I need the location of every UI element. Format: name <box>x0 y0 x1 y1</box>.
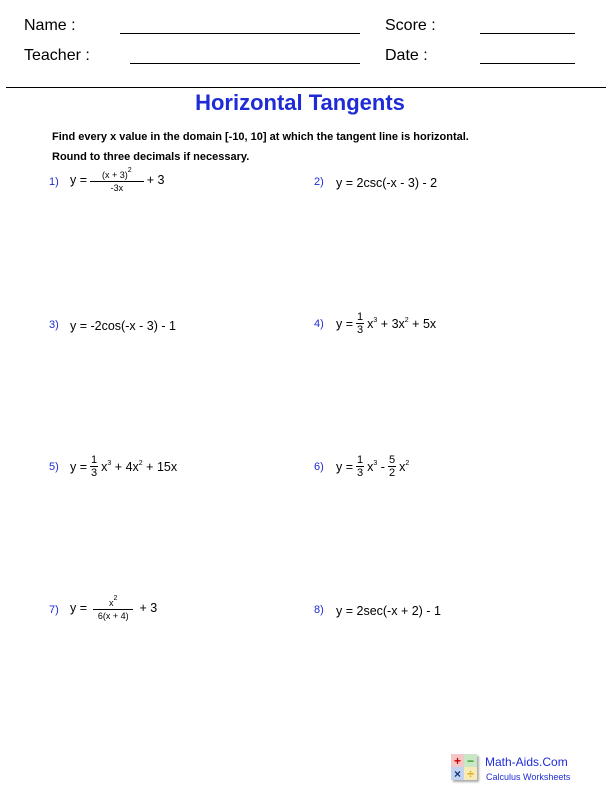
header-divider <box>6 87 606 88</box>
denominator: 2 <box>388 467 396 479</box>
problem-1-expression: y = (x + 3)2 -3x + 3 <box>70 167 164 193</box>
denominator: 3 <box>357 324 364 336</box>
teacher-field[interactable] <box>130 63 360 64</box>
brand-subtitle: Calculus Worksheets <box>486 772 571 782</box>
tail: + 3 <box>139 601 158 615</box>
exponent: 2 <box>405 459 410 467</box>
numerator: 1 <box>90 454 99 467</box>
math-aids-logo-icon: + − × ÷ <box>451 754 477 780</box>
numerator: 1 <box>356 311 365 324</box>
numerator: (x + 3) <box>102 170 128 180</box>
problem-2-expression: y = 2csc(-x - 3) - 2 <box>336 176 438 190</box>
name-field[interactable] <box>120 33 360 34</box>
denominator: 3 <box>357 467 364 479</box>
term: + 5x <box>412 316 437 331</box>
name-label: Name : <box>24 17 76 34</box>
problem-number: 3) <box>49 319 59 331</box>
term: + 3x <box>380 316 405 331</box>
instruction-line-2: Round to three decimals if necessary. <box>52 151 250 163</box>
problem-number: 4) <box>314 318 324 330</box>
lhs: y = <box>70 459 88 474</box>
tail: + 3 <box>146 173 165 187</box>
exponent: 2 <box>138 459 143 467</box>
denominator: 3 <box>91 467 98 479</box>
fraction: 13 <box>90 454 99 479</box>
brand-name: Math-Aids.Com <box>485 755 568 769</box>
problem-7-expression: y = x2 6(x + 4) + 3 <box>70 595 157 621</box>
term: + 15x <box>146 459 178 474</box>
date-label: Date : <box>385 47 428 64</box>
denominator: 6(x + 4) <box>97 611 129 621</box>
lhs: y = <box>336 316 354 331</box>
lhs: y = <box>70 601 88 615</box>
divide-icon: ÷ <box>464 767 477 780</box>
operator: - <box>380 459 385 474</box>
problem-4-expression: y = 13 x3 + 3x2 + 5x <box>336 311 436 336</box>
term: + 4x <box>114 459 139 474</box>
plus-icon: + <box>451 754 464 767</box>
problem-8-expression: y = 2sec(-x + 2) - 1 <box>336 604 441 618</box>
fraction: 13 <box>356 454 365 479</box>
exponent: 2 <box>127 167 132 174</box>
instruction-line-1: Find every x value in the domain [-10, 1… <box>52 131 469 143</box>
fraction: 52 <box>387 454 397 479</box>
problem-number: 2) <box>314 176 324 188</box>
numerator: 1 <box>356 454 365 467</box>
exponent: 3 <box>373 459 378 467</box>
problem-6-expression: y = 13 x3 - 52 x2 <box>336 454 409 479</box>
minus-icon: − <box>464 754 477 767</box>
exponent: 2 <box>113 595 118 602</box>
fraction: 13 <box>356 311 365 336</box>
problem-number: 5) <box>49 461 59 473</box>
exponent: 3 <box>107 459 112 467</box>
problem-number: 7) <box>49 604 59 616</box>
multiply-icon: × <box>451 767 464 780</box>
exponent: 2 <box>404 316 409 324</box>
teacher-label: Teacher : <box>24 47 90 64</box>
numerator: 5 <box>387 454 397 467</box>
date-field[interactable] <box>480 63 575 64</box>
denominator: -3x <box>110 183 124 193</box>
problem-number: 1) <box>49 176 59 188</box>
score-field[interactable] <box>480 33 575 34</box>
score-label: Score : <box>385 17 436 34</box>
fraction: x2 6(x + 4) <box>93 595 134 621</box>
lhs: y = <box>70 173 88 187</box>
fraction: (x + 3)2 -3x <box>90 167 144 193</box>
problem-5-expression: y = 13 x3 + 4x2 + 15x <box>70 454 177 479</box>
problem-3-expression: y = -2cos(-x - 3) - 1 <box>70 319 176 333</box>
lhs: y = <box>336 459 354 474</box>
page-title: Horizontal Tangents <box>195 90 405 115</box>
exponent: 3 <box>373 316 378 324</box>
problem-number: 6) <box>314 461 324 473</box>
problem-number: 8) <box>314 604 324 616</box>
